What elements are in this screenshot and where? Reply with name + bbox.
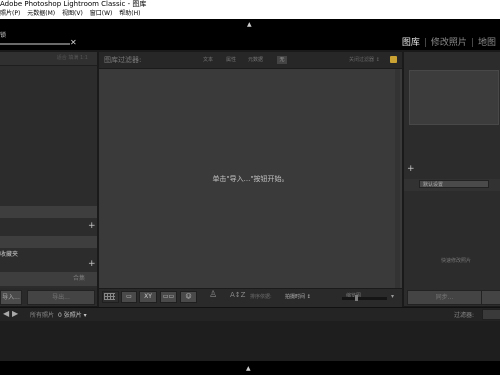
import-button[interactable]: 导入... — [0, 290, 22, 305]
back-arrow-icon[interactable]: ◀ — [3, 309, 9, 318]
window-title: Adobe Photoshop Lightroom Classic - 图库 — [0, 0, 147, 8]
menu-metadata[interactable]: 元数据(M) — [27, 10, 55, 17]
close-icon[interactable]: ✕ — [70, 38, 77, 47]
add-icon[interactable]: + — [88, 221, 96, 231]
filter-tab-attribute[interactable]: 属性 — [226, 56, 236, 64]
sync-settings-button[interactable] — [481, 290, 500, 305]
sync-button[interactable]: 同步... — [407, 290, 482, 305]
thumbnail-size-slider[interactable] — [342, 297, 387, 300]
add-icon[interactable]: + — [88, 259, 96, 269]
sort-label: 排序依据: — [250, 294, 272, 300]
loupe-view-button[interactable]: ▭ — [121, 291, 137, 303]
filmstrip-filter-select[interactable] — [482, 309, 500, 320]
module-separator: | — [470, 38, 474, 48]
painter-icon[interactable]: ♙ — [209, 290, 217, 300]
thumbnail-size-handle[interactable] — [355, 295, 358, 301]
favorites-label: 收藏夹 — [0, 251, 19, 258]
survey-view-button[interactable]: ▭▭ — [160, 291, 177, 303]
module-picker: 图库 | 修改照片 | 地图 — [402, 35, 496, 48]
module-map[interactable]: 地图 — [478, 38, 496, 48]
filter-tab-metadata[interactable]: 元数据 — [248, 56, 263, 64]
left-panel — [0, 52, 97, 306]
quick-develop-hint: 快速修改照片 — [441, 258, 472, 264]
filmstrip-filter-label: 过滤器: — [454, 312, 475, 319]
module-develop[interactable]: 修改照片 — [431, 38, 467, 48]
navigator-header: 适合 填满 1:1 — [0, 52, 97, 66]
menu-bar: 照片(P) 元数据(M) 视图(V) 窗口(W) 帮助(H) — [0, 9, 500, 19]
forward-arrow-icon[interactable]: ▶ — [12, 309, 18, 318]
module-separator: | — [423, 38, 427, 48]
navigator-zoom-options[interactable]: 适合 填满 1:1 — [57, 55, 88, 61]
identity-label: 锁 — [0, 32, 7, 39]
filter-tab-none[interactable]: 无 — [277, 56, 287, 64]
filmstrip-source[interactable]: 所有照片 — [30, 310, 54, 319]
photo-count[interactable]: 0 张照片 ▾ — [58, 310, 87, 319]
people-view-button[interactable]: ☺ — [180, 291, 197, 303]
menu-window[interactable]: 窗口(W) — [90, 10, 113, 17]
left-section-header[interactable] — [0, 236, 97, 248]
filter-preset-select[interactable]: 关闭过滤器 ↕ — [349, 56, 380, 63]
filter-tab-text[interactable]: 文本 — [203, 56, 213, 64]
filmstrip[interactable] — [0, 321, 500, 361]
toolbar-menu-icon[interactable]: ▾ — [391, 293, 394, 300]
empty-library-message: 单击"导入..."按钮开始。 — [212, 175, 289, 183]
identity-progress-bar — [0, 43, 70, 45]
add-icon[interactable]: + — [407, 164, 415, 174]
collections-hint: 合集 — [72, 275, 85, 282]
bottom-panel-toggle-icon[interactable]: ▲ — [246, 366, 251, 372]
left-section-header[interactable] — [0, 206, 97, 218]
lock-icon[interactable] — [390, 56, 397, 63]
library-filter-label: 图库过滤器: — [104, 56, 142, 64]
menu-view[interactable]: 视图(V) — [62, 10, 83, 17]
export-button[interactable]: 导出... — [27, 290, 95, 305]
top-panel-toggle-icon[interactable]: ▲ — [247, 22, 252, 28]
grid-view-area[interactable] — [99, 52, 402, 288]
compare-view-button[interactable]: XY — [139, 291, 157, 303]
sort-direction-icon[interactable]: A↕Z — [230, 291, 245, 299]
grid-icon — [104, 293, 115, 300]
menu-help[interactable]: 帮助(H) — [119, 10, 140, 17]
histogram — [409, 70, 499, 125]
module-library[interactable]: 图库 — [402, 38, 420, 48]
window-title-bar: Adobe Photoshop Lightroom Classic - 图库 — [0, 0, 500, 9]
collections-section-header[interactable]: 合集 — [0, 272, 97, 286]
sort-select[interactable]: 拍摄时间 ↕ — [285, 293, 311, 300]
menu-photo[interactable]: 照片(P) — [0, 10, 20, 17]
saved-preset-select[interactable]: 默认设置 — [419, 180, 489, 188]
